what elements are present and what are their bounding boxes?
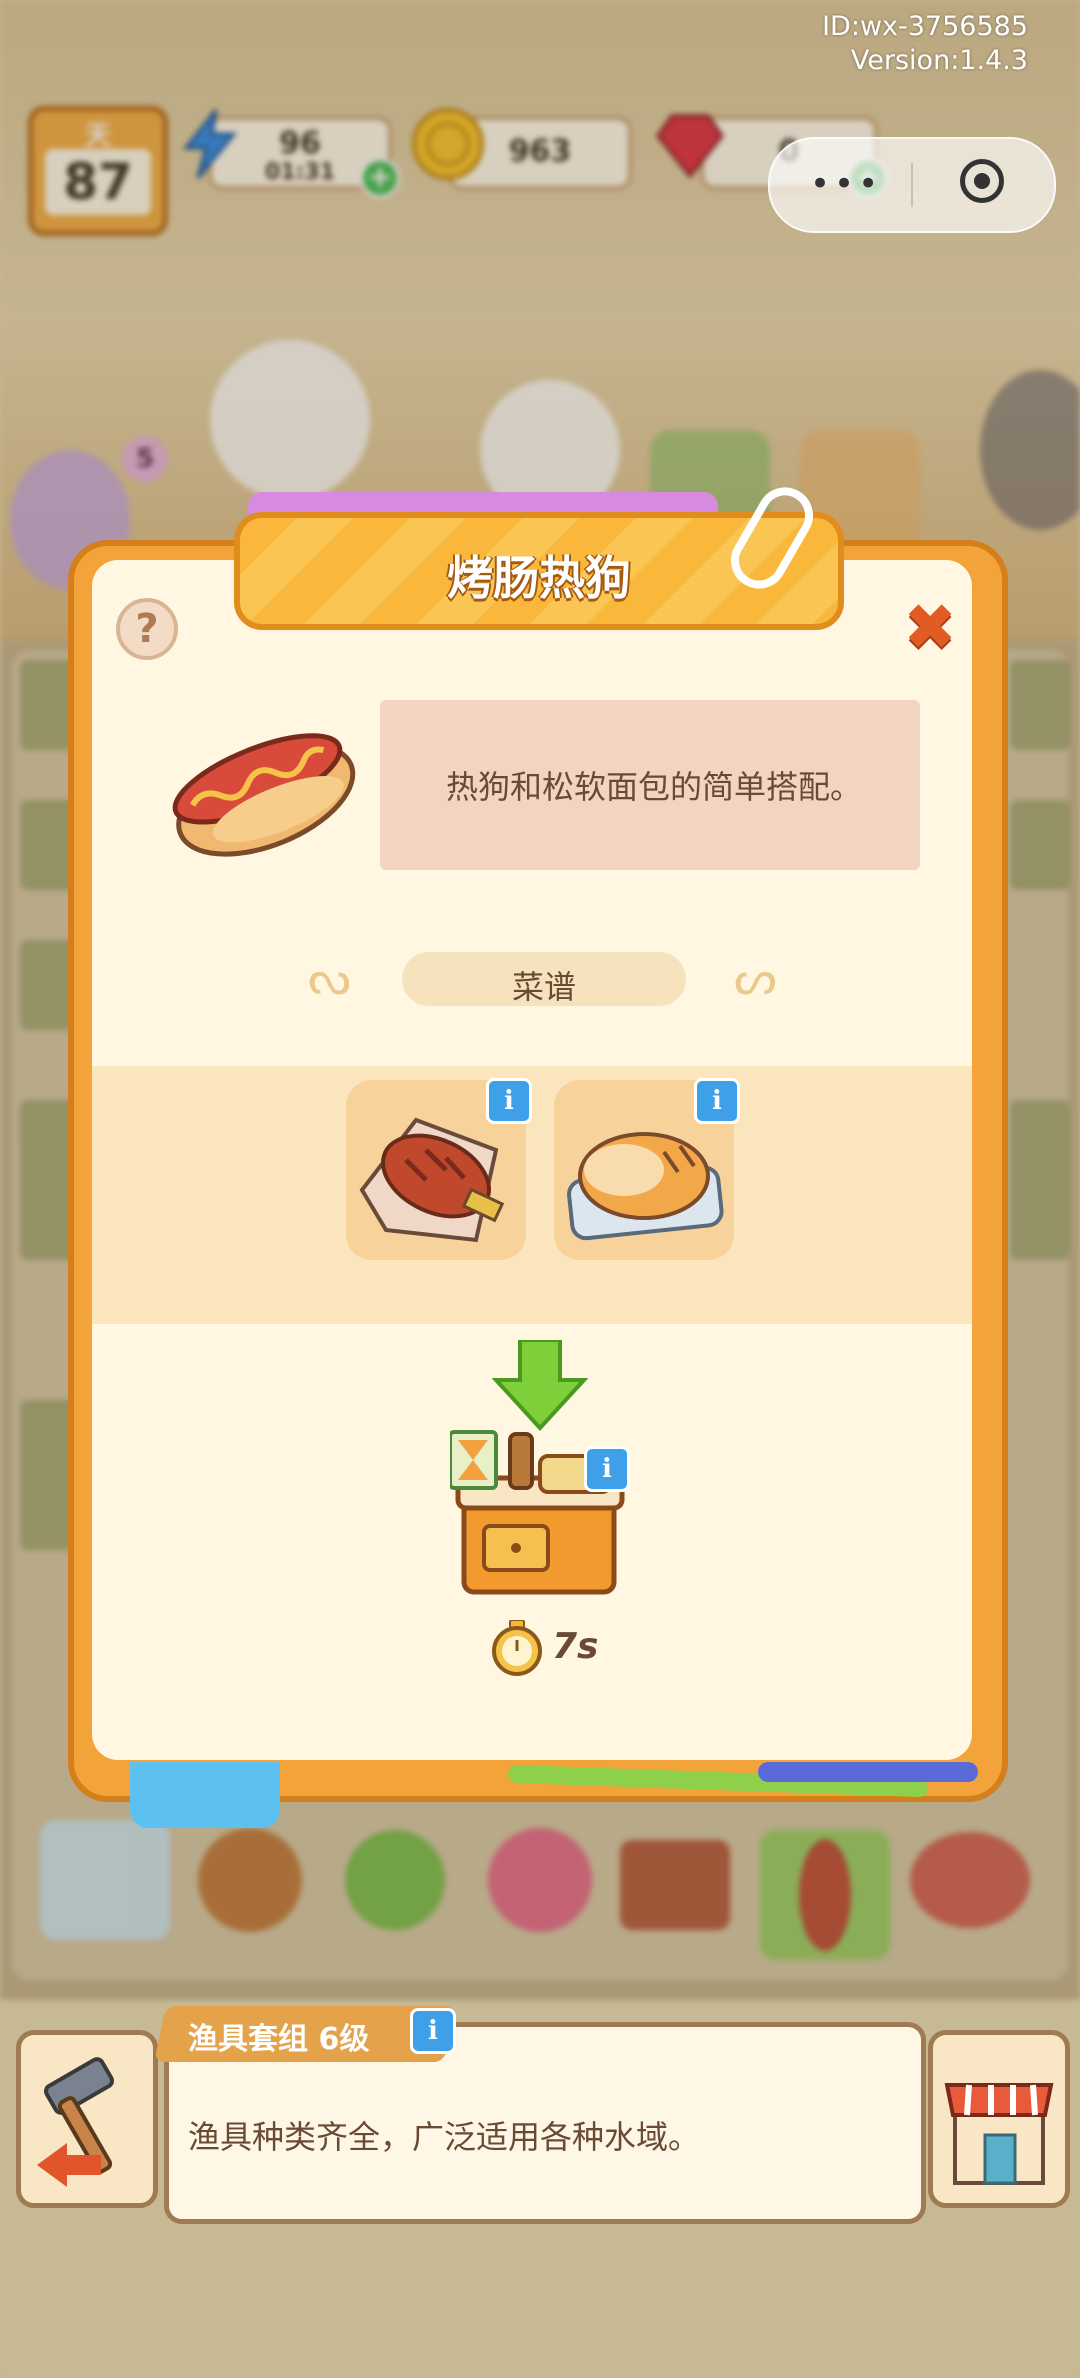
capsule-divider	[911, 163, 913, 207]
ingredient-slot-1[interactable]: i	[346, 1078, 532, 1260]
ingredient-2-info-button[interactable]: i	[694, 1078, 740, 1124]
description-box: 热狗和松软面包的简单搭配。	[380, 700, 920, 870]
recipe-label-pill: 菜谱	[402, 952, 686, 1006]
station-info-button[interactable]: i	[584, 1446, 630, 1492]
item-title: 渔具套组 6级	[188, 2022, 370, 2057]
item-description: 渔具种类齐全，广泛适用各种水域。	[188, 2118, 701, 2156]
arrow-down-icon	[492, 1340, 588, 1431]
ingredient-1-info-button[interactable]: i	[486, 1078, 532, 1124]
left-swirl-decoration: ᔓ	[308, 950, 351, 1006]
cook-time: 7s	[552, 1626, 599, 1667]
close-button[interactable]: ✖	[894, 592, 966, 664]
build-id: ID:wx-3756585	[822, 11, 1028, 42]
shop-icon	[944, 2083, 1054, 2185]
more-dots-icon[interactable]: •••	[810, 167, 882, 201]
blue-ribbon-decoration	[130, 1762, 280, 1828]
shop-button[interactable]	[928, 2030, 1070, 2208]
recipe-description: 热狗和松软面包的简单搭配。	[445, 768, 862, 806]
build-info: ID:wx-3756585 Version:1.4.3	[822, 10, 1028, 78]
ingredients-band	[92, 1066, 972, 1324]
hotdog-icon	[172, 733, 356, 857]
stopwatch-icon	[492, 1620, 542, 1676]
mini-program-capsule: •••	[768, 137, 1056, 233]
item-info-button[interactable]: i	[410, 2008, 456, 2054]
help-button[interactable]: ?	[116, 598, 178, 660]
purple-ribbon-decoration	[758, 1762, 978, 1782]
build-version: Version:1.4.3	[850, 45, 1028, 76]
recipe-label: 菜谱	[511, 968, 576, 1006]
ingredient-slot-2[interactable]: i	[554, 1078, 740, 1260]
hammer-icon	[37, 2057, 115, 2187]
right-swirl-decoration: ᔕ	[734, 950, 777, 1006]
target-circle-icon[interactable]	[960, 159, 1004, 203]
hammer-button[interactable]	[16, 2030, 158, 2208]
recipe-modal: 烤肠热狗 ? ✖ 热狗和松软面包的简单搭配。 ᔓ 菜谱 ᔕ i i i 7s	[68, 477, 1008, 1828]
